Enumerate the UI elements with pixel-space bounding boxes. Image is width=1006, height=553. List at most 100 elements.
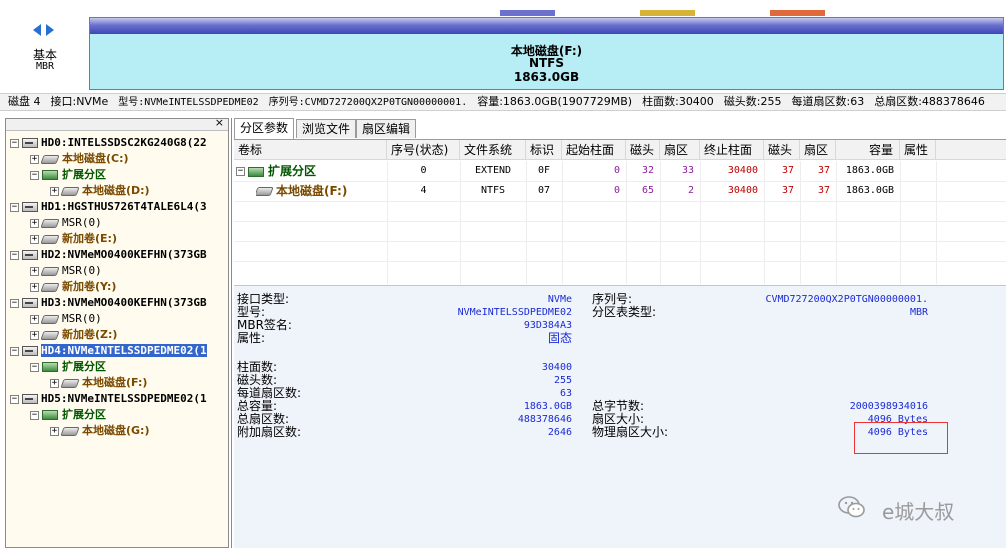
cell-attr bbox=[900, 181, 936, 201]
physical-sector-size-label: 物理扇区大小: bbox=[592, 425, 669, 439]
grid-line bbox=[234, 241, 1006, 242]
table-row-label[interactable]: 本地磁盘(F:) bbox=[256, 181, 386, 201]
sector-size-highlight-box bbox=[854, 422, 948, 454]
partition-size: 1863.0GB bbox=[513, 70, 580, 84]
col-header-start-head[interactable]: 磁头 bbox=[626, 140, 660, 160]
collapse-icon[interactable]: − bbox=[10, 202, 19, 212]
tree-disk-hd5[interactable]: − HD5:NVMeINTELSSDPEDME02(1 bbox=[10, 391, 207, 407]
collapse-icon[interactable]: − bbox=[10, 346, 19, 356]
expand-icon[interactable]: + bbox=[50, 186, 59, 196]
col-header-label[interactable]: 卷标 bbox=[234, 140, 387, 160]
extended-partition-icon bbox=[42, 410, 58, 420]
collapse-icon[interactable]: − bbox=[10, 138, 19, 148]
disk-cylinders: 柱面数:30400 bbox=[642, 95, 714, 108]
cell-start-sector: 2 bbox=[687, 185, 694, 196]
tree-volume-d[interactable]: + 本地磁盘(D:) bbox=[50, 183, 150, 199]
col-header-end-head[interactable]: 磁头 bbox=[764, 140, 800, 160]
tree-extended-partition[interactable]: − 扩展分区 bbox=[30, 407, 106, 423]
cell-start-head: 32 bbox=[641, 165, 654, 176]
tree-msr-label: MSR(0) bbox=[62, 216, 102, 229]
collapse-icon[interactable]: − bbox=[10, 394, 19, 404]
partition-block-f[interactable]: 本地磁盘(F:) NTFS 1863.0GB bbox=[89, 17, 1004, 90]
hard-disk-icon bbox=[22, 394, 38, 404]
partition-detail-panel: 分区参数 浏览文件 扇区编辑 卷标 序号(状态) 文件系统 标识 起始柱面 磁头… bbox=[231, 118, 1006, 548]
grid-line bbox=[234, 221, 1006, 222]
cell-filesystem: EXTEND bbox=[474, 165, 512, 176]
disk-map-bar: 基本 MBR 本地磁盘(F:) NTFS 1863.0GB bbox=[0, 0, 1006, 92]
tree-msr[interactable]: + MSR(0) bbox=[30, 311, 102, 327]
tree-disk-hd3[interactable]: − HD3:NVMeMO0400KEFHN(373GB bbox=[10, 295, 207, 311]
grid-line bbox=[234, 201, 1006, 202]
tree-extended-partition[interactable]: − 扩展分区 bbox=[30, 359, 106, 375]
collapse-icon[interactable]: − bbox=[30, 410, 39, 420]
partition-icon bbox=[40, 266, 60, 276]
col-header-end-cylinder[interactable]: 终止柱面 bbox=[700, 140, 764, 160]
tree-volume-z[interactable]: + 新加卷(Z:) bbox=[30, 327, 117, 343]
collapse-icon[interactable]: − bbox=[30, 362, 39, 372]
expand-icon[interactable]: + bbox=[30, 234, 39, 244]
col-header-filler bbox=[936, 140, 1006, 160]
expand-icon[interactable]: + bbox=[50, 426, 59, 436]
tree-extended-label: 扩展分区 bbox=[62, 408, 106, 421]
col-header-attr[interactable]: 属性 bbox=[900, 140, 936, 160]
cell-index: 0 bbox=[420, 165, 427, 176]
tree-disk-hd2[interactable]: − HD2:NVMeMO0400KEFHN(373GB bbox=[10, 247, 207, 263]
tree-volume-y[interactable]: + 新加卷(Y:) bbox=[30, 279, 116, 295]
col-header-start-sector[interactable]: 扇区 bbox=[660, 140, 700, 160]
col-header-capacity[interactable]: 容量 bbox=[836, 140, 900, 160]
extra-sectors-value: 2646 bbox=[547, 427, 572, 438]
row-label-text: 本地磁盘(F:) bbox=[276, 184, 348, 198]
tree-volume-g[interactable]: + 本地磁盘(G:) bbox=[50, 423, 149, 439]
col-header-index[interactable]: 序号(状态) bbox=[387, 140, 460, 160]
expand-icon[interactable]: + bbox=[30, 314, 39, 324]
tree-disk-label: HD2:NVMeMO0400KEFHN(373GB bbox=[41, 248, 207, 261]
close-icon[interactable]: × bbox=[215, 119, 224, 129]
table-row-label[interactable]: − 扩展分区 bbox=[236, 161, 386, 181]
col-header-id[interactable]: 标识 bbox=[526, 140, 562, 160]
expand-icon[interactable]: + bbox=[30, 330, 39, 340]
cell-id: 0F bbox=[537, 165, 551, 176]
expand-icon[interactable]: + bbox=[30, 218, 39, 228]
partition-style-label: MBR bbox=[35, 61, 55, 72]
tree-volume-e[interactable]: + 新加卷(E:) bbox=[30, 231, 117, 247]
tree-extended-label: 扩展分区 bbox=[62, 168, 106, 181]
col-header-end-sector[interactable]: 扇区 bbox=[800, 140, 836, 160]
tree-disk-hd4[interactable]: − HD4:NVMeINTELSSDPEDME02(1 bbox=[10, 343, 207, 359]
tab-sector-editor[interactable]: 扇区编辑 bbox=[356, 119, 417, 138]
col-header-start-cylinder[interactable]: 起始柱面 bbox=[562, 140, 626, 160]
tree-msr[interactable]: + MSR(0) bbox=[30, 263, 102, 279]
tree-volume-f[interactable]: + 本地磁盘(F:) bbox=[50, 375, 147, 391]
attribute-value: 固态 bbox=[547, 331, 572, 345]
expand-icon[interactable]: + bbox=[30, 282, 39, 292]
collapse-icon[interactable]: − bbox=[30, 170, 39, 180]
tab-browse-files[interactable]: 浏览文件 bbox=[296, 119, 357, 138]
expand-icon[interactable]: + bbox=[30, 154, 39, 164]
tree-disk-hd0[interactable]: − HD0:INTELSSDSC2KG240G8(22 bbox=[10, 135, 207, 151]
collapse-icon[interactable]: − bbox=[10, 298, 19, 308]
hard-disk-icon bbox=[22, 202, 38, 212]
expand-icon[interactable]: + bbox=[30, 266, 39, 276]
disk-serial: 序列号:CVMD727200QX2P0TGN00000001. bbox=[268, 97, 468, 108]
total-capacity-value: 1863.0GB bbox=[523, 401, 572, 412]
cell-start-cylinder: 0 bbox=[613, 185, 620, 196]
col-header-filesystem[interactable]: 文件系统 bbox=[460, 140, 526, 160]
tree-disk-label: HD4:NVMeINTELSSDPEDME02(1 bbox=[41, 344, 207, 357]
tree-volume-label: 本地磁盘(G:) bbox=[82, 424, 150, 437]
tree-msr[interactable]: + MSR(0) bbox=[30, 215, 102, 231]
collapse-icon[interactable]: − bbox=[10, 250, 19, 260]
tree-volume-c[interactable]: + 本地磁盘(C:) bbox=[30, 151, 129, 167]
previous-disk-arrow-icon[interactable] bbox=[33, 24, 41, 36]
tree-volume-label: 新加卷(Y:) bbox=[62, 280, 117, 293]
wechat-icon bbox=[838, 496, 865, 518]
disk-interface: 接口:NVMe bbox=[50, 95, 109, 108]
collapse-icon[interactable]: − bbox=[236, 167, 245, 176]
next-disk-arrow-icon[interactable] bbox=[46, 24, 54, 36]
tab-partition-params[interactable]: 分区参数 bbox=[234, 118, 295, 139]
expand-icon[interactable]: + bbox=[50, 378, 59, 388]
cell-end-cylinder: 30400 bbox=[727, 185, 758, 196]
cell-end-sector: 37 bbox=[817, 185, 830, 196]
tree-extended-partition[interactable]: − 扩展分区 bbox=[30, 167, 106, 183]
partition-icon bbox=[40, 218, 60, 228]
tree-disk-hd1[interactable]: − HD1:HGSTHUS726T4TALE6L4(3 bbox=[10, 199, 207, 215]
heads-value: 255 bbox=[553, 375, 572, 386]
